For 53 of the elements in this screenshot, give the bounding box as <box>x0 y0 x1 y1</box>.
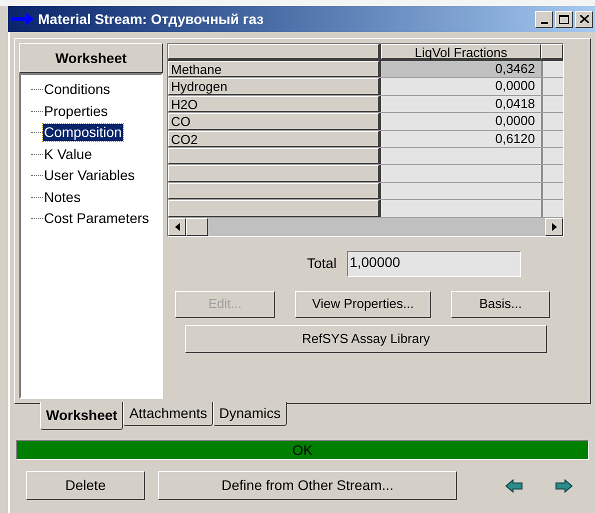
empty-cell <box>543 78 563 95</box>
close-button[interactable] <box>575 10 593 28</box>
bottom-button[interactable]: Delete <box>26 471 145 500</box>
component-name-cell: Methane <box>168 61 379 78</box>
component-name-cell: CO <box>168 113 379 130</box>
close-icon <box>580 15 588 23</box>
tree-item[interactable]: Properties <box>43 102 109 120</box>
empty-cell <box>543 200 563 217</box>
empty-cell <box>543 148 563 164</box>
action-button[interactable]: Basis... <box>451 290 550 318</box>
empty-cell <box>543 113 563 130</box>
empty-cell <box>543 130 563 147</box>
tree-item[interactable]: Composition <box>43 124 123 142</box>
component-name-cell: CO2 <box>168 130 379 147</box>
tree-item[interactable]: User Variables <box>43 167 136 184</box>
component-name-cell: Hydrogen <box>168 78 379 95</box>
assay-library-button[interactable]: RefSYS Assay Library <box>185 324 547 353</box>
window-title: Material Stream: Отдувочный газ <box>38 10 264 29</box>
empty-cell <box>543 165 563 182</box>
maximize-button[interactable] <box>555 10 573 28</box>
tab[interactable]: Worksheet <box>40 402 124 430</box>
fraction-cell[interactable]: 0,0000 <box>381 113 541 130</box>
action-button[interactable]: View Properties... <box>295 290 431 318</box>
empty-cell <box>543 96 563 112</box>
status-bar: OK <box>16 440 589 460</box>
tree-item[interactable]: Conditions <box>43 81 112 98</box>
bottom-button[interactable]: Define from Other Stream... <box>158 471 457 500</box>
fraction-cell[interactable]: 0,0418 <box>381 96 541 112</box>
column-header: LiqVol Fractions <box>381 44 541 59</box>
forward-arrow-icon[interactable] <box>555 478 573 492</box>
stream-arrow-icon <box>12 13 34 25</box>
right-triangle-icon <box>552 222 556 231</box>
tree-item[interactable]: Notes <box>43 188 82 206</box>
horizontal-scrollbar[interactable] <box>168 218 563 236</box>
empty-cell <box>543 61 563 78</box>
total-field: 1,00000 <box>346 250 521 277</box>
fraction-cell[interactable]: 0,0000 <box>381 78 541 95</box>
component-name-cell: H2O <box>168 96 379 112</box>
back-arrow-icon[interactable] <box>505 478 523 492</box>
tree-item[interactable]: Cost Parameters <box>43 210 150 228</box>
left-triangle-icon <box>174 222 180 231</box>
scroll-right-button[interactable] <box>545 218 563 236</box>
sidebar-header: Worksheet <box>19 43 163 73</box>
tree-item[interactable]: K Value <box>43 146 93 163</box>
empty-cell <box>543 182 563 200</box>
minimize-button[interactable] <box>535 10 553 28</box>
scroll-left-button[interactable] <box>168 218 186 236</box>
total-label: Total <box>307 254 337 274</box>
fraction-cell[interactable]: 0,3462 <box>381 61 541 78</box>
scroll-thumb[interactable] <box>186 218 208 236</box>
fraction-cell[interactable]: 0,6120 <box>381 130 541 147</box>
tab[interactable]: Attachments <box>123 402 214 426</box>
tab[interactable]: Dynamics <box>213 402 287 426</box>
